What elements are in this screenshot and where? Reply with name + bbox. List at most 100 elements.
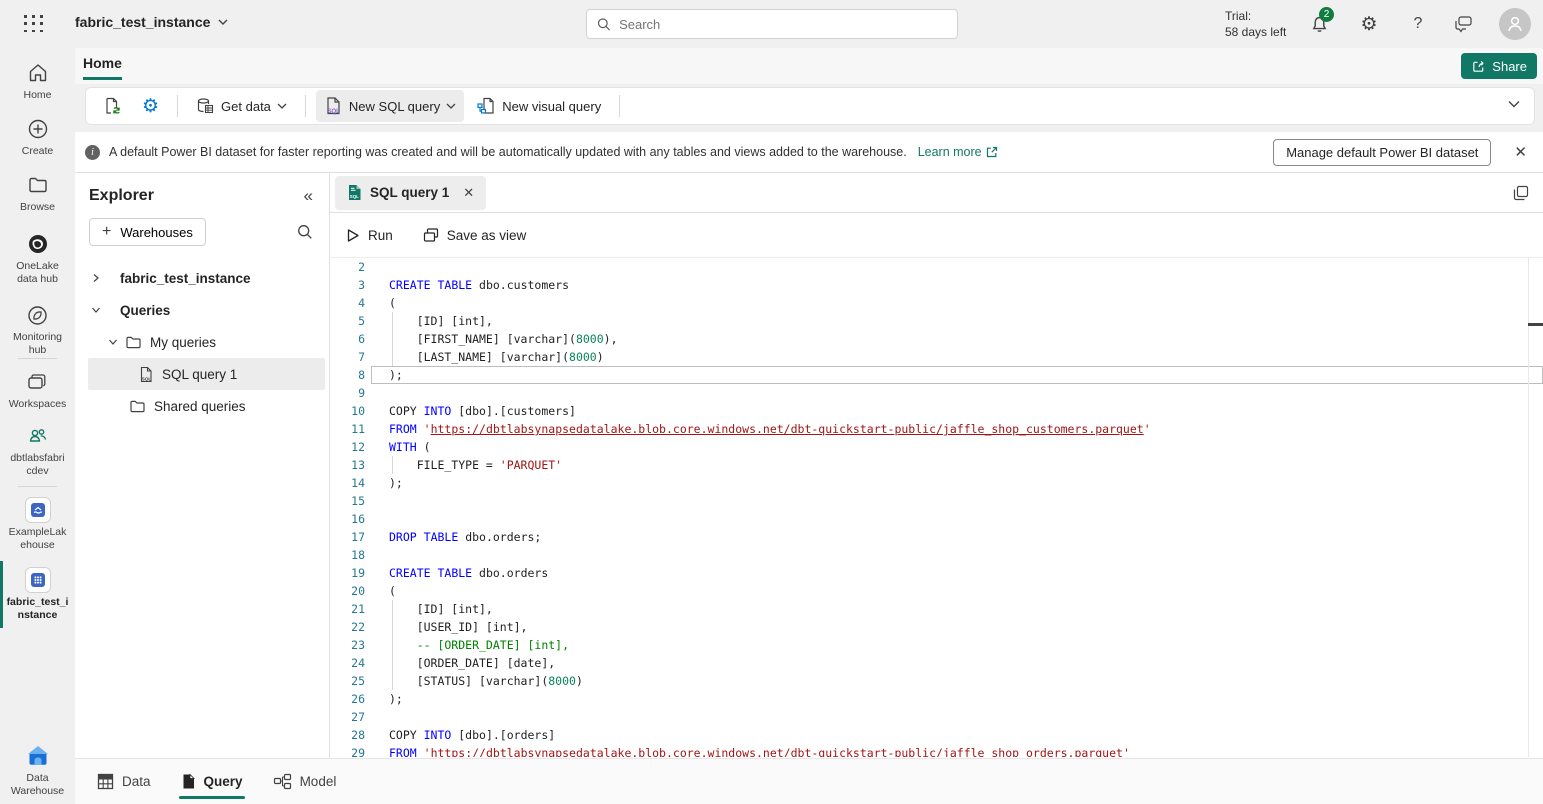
tab-home[interactable]: Home bbox=[83, 55, 122, 80]
line-number: 9 bbox=[330, 384, 365, 402]
nav-onelake-data-hub[interactable]: OneLakedata hub bbox=[0, 231, 75, 286]
tree-item-shared-queries[interactable]: Shared queries bbox=[75, 390, 329, 422]
chevron-right-icon bbox=[91, 273, 101, 283]
share-button[interactable]: Share bbox=[1461, 53, 1537, 79]
code-line[interactable]: 9 bbox=[330, 384, 1543, 402]
new-sql-query-button[interactable]: SQL New SQL query bbox=[316, 90, 464, 122]
account-avatar[interactable] bbox=[1499, 8, 1531, 40]
code-line[interactable]: 10COPY INTO [dbo].[customers] bbox=[330, 402, 1543, 420]
rail-divider bbox=[18, 358, 57, 359]
gear-icon: ⚙ bbox=[1360, 13, 1377, 36]
code-line[interactable]: 26); bbox=[330, 690, 1543, 708]
feedback-button[interactable] bbox=[1452, 13, 1474, 35]
code-line[interactable]: 2 bbox=[330, 258, 1543, 276]
code-line[interactable]: 18 bbox=[330, 546, 1543, 564]
line-number: 17 bbox=[330, 528, 365, 546]
search-input[interactable] bbox=[619, 17, 947, 32]
add-warehouses-button[interactable]: + Warehouses bbox=[89, 218, 206, 246]
new-visual-query-button[interactable]: New visual query bbox=[468, 90, 609, 122]
external-link-icon bbox=[986, 146, 998, 158]
notifications-button[interactable]: 2 bbox=[1308, 13, 1330, 35]
code-line[interactable]: 7 [LAST_NAME] [varchar](8000) bbox=[330, 348, 1543, 366]
workspaces-icon bbox=[26, 371, 49, 394]
help-button[interactable]: ? bbox=[1407, 13, 1429, 35]
nav-home[interactable]: Home bbox=[0, 60, 75, 102]
code-line[interactable]: 29FROM 'https://dbtlabsynapsedatalake.bl… bbox=[330, 744, 1543, 757]
ribbon-settings-button[interactable]: ⚙ bbox=[134, 89, 167, 124]
code-line[interactable]: 15 bbox=[330, 492, 1543, 510]
code-line[interactable]: 14); bbox=[330, 474, 1543, 492]
monitoring-icon bbox=[26, 304, 49, 327]
nav-item-examplelakehouse[interactable]: ExampleLakehouse bbox=[0, 497, 75, 552]
code-line[interactable]: 28COPY INTO [dbo].[orders] bbox=[330, 726, 1543, 744]
line-number: 21 bbox=[330, 600, 365, 618]
code-line[interactable]: 21 [ID] [int], bbox=[330, 600, 1543, 618]
code-line[interactable]: 12WITH ( bbox=[330, 438, 1543, 456]
folder-icon bbox=[129, 398, 146, 415]
code-line[interactable]: 3CREATE TABLE dbo.customers bbox=[330, 276, 1543, 294]
feedback-icon bbox=[1453, 15, 1473, 33]
nav-create[interactable]: Create bbox=[0, 116, 75, 158]
code-line[interactable]: 11FROM 'https://dbtlabsynapsedatalake.bl… bbox=[330, 420, 1543, 438]
line-number: 25 bbox=[330, 672, 365, 690]
tree-item-my-queries[interactable]: My queries bbox=[75, 326, 329, 358]
people-icon bbox=[26, 424, 50, 448]
nav-data-warehouse[interactable]: DataWarehouse bbox=[0, 743, 75, 798]
code-line[interactable]: 24 [ORDER_DATE] [date], bbox=[330, 654, 1543, 672]
run-button[interactable]: Run bbox=[346, 228, 393, 243]
copy-icon[interactable] bbox=[1513, 185, 1529, 201]
code-line[interactable]: 20( bbox=[330, 582, 1543, 600]
code-line[interactable]: 17DROP TABLE dbo.orders; bbox=[330, 528, 1543, 546]
view-tab-data[interactable]: Data bbox=[95, 759, 153, 804]
nav-workspace-dbtlabsfabricdev[interactable]: dbtlabsfabricdev bbox=[0, 423, 75, 478]
ribbon-collapse-button[interactable] bbox=[1508, 100, 1520, 108]
line-number: 13 bbox=[330, 456, 365, 474]
code-line[interactable]: 23 -- [ORDER_DATE] [int], bbox=[330, 636, 1543, 654]
get-data-button[interactable]: Get data bbox=[188, 91, 295, 122]
code-line[interactable]: 22 [USER_ID] [int], bbox=[330, 618, 1543, 636]
plus-circle-icon bbox=[27, 118, 49, 140]
chevron-down-icon bbox=[277, 103, 287, 109]
code-line[interactable]: 13 FILE_TYPE = 'PARQUET' bbox=[330, 456, 1543, 474]
workspace-switcher[interactable]: fabric_test_instance bbox=[75, 14, 228, 30]
nav-monitoring-hub[interactable]: Monitoringhub bbox=[0, 302, 75, 357]
view-tab-query[interactable]: Query bbox=[179, 759, 245, 804]
code-line[interactable]: 19CREATE TABLE dbo.orders bbox=[330, 564, 1543, 582]
code-line[interactable]: 4( bbox=[330, 294, 1543, 312]
warehouse-icon bbox=[30, 572, 46, 588]
close-icon[interactable]: ✕ bbox=[1514, 143, 1527, 161]
tree-item-sql-query-1[interactable]: SQL SQL query 1 bbox=[88, 358, 325, 390]
tree-item-warehouse[interactable]: fabric_test_instance bbox=[75, 262, 329, 294]
sql-code-editor[interactable]: 23CREATE TABLE dbo.customers4(5 [ID] [in… bbox=[330, 258, 1543, 757]
app-launcher-icon[interactable] bbox=[24, 15, 44, 33]
dataset-banner: i A default Power BI dataset for faster … bbox=[75, 132, 1543, 173]
code-line[interactable]: 5 [ID] [int], bbox=[330, 312, 1543, 330]
refresh-query-button[interactable] bbox=[94, 90, 130, 122]
code-line[interactable]: 27 bbox=[330, 708, 1543, 726]
manage-dataset-button[interactable]: Manage default Power BI dataset bbox=[1273, 139, 1491, 166]
settings-button[interactable]: ⚙ bbox=[1358, 13, 1380, 35]
save-as-view-button[interactable]: Save as view bbox=[423, 227, 527, 243]
view-tab-model[interactable]: Model bbox=[271, 759, 339, 804]
collapse-panel-icon[interactable]: « bbox=[304, 186, 313, 206]
code-line[interactable]: 25 [STATUS] [varchar](8000) bbox=[330, 672, 1543, 690]
code-line[interactable]: 6 [FIRST_NAME] [varchar](8000), bbox=[330, 330, 1543, 348]
search-icon[interactable] bbox=[297, 224, 313, 240]
save-as-view-icon bbox=[423, 227, 439, 243]
learn-more-link[interactable]: Learn more bbox=[918, 145, 998, 159]
workspace-name: fabric_test_instance bbox=[75, 14, 210, 30]
tab-sql-query-1[interactable]: SQL SQL query 1 ✕ bbox=[335, 176, 486, 210]
rail-divider bbox=[18, 486, 57, 487]
chevron-down-icon bbox=[91, 305, 101, 315]
search-icon bbox=[597, 17, 611, 32]
code-line[interactable]: 8); bbox=[330, 366, 1543, 384]
nav-browse[interactable]: Browse bbox=[0, 172, 75, 214]
nav-workspaces[interactable]: Workspaces bbox=[0, 369, 75, 411]
code-line[interactable]: 16 bbox=[330, 510, 1543, 528]
nav-item-fabric-test-instance[interactable]: fabric_test_instance bbox=[0, 567, 75, 622]
editor-scrollbar[interactable] bbox=[1528, 258, 1543, 757]
tree-item-queries[interactable]: Queries bbox=[75, 294, 329, 326]
svg-text:SQL: SQL bbox=[327, 109, 340, 115]
close-icon[interactable]: ✕ bbox=[463, 185, 474, 201]
search-box[interactable] bbox=[586, 9, 958, 39]
